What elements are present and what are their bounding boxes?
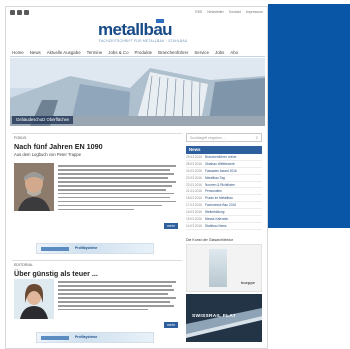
news-title[interactable]: Stahlbau News <box>205 224 226 228</box>
news-item[interactable]: 23.03.2016 Metallbau Tag <box>186 175 262 182</box>
news-title[interactable]: Praxis im Metallbau <box>205 196 233 200</box>
ad-banner[interactable]: Profilsysteme <box>36 332 154 343</box>
news-date: 23.03.2016 <box>186 175 202 180</box>
news-date: 18.03.2016 <box>186 196 202 201</box>
news-title[interactable]: Metallbau Tag <box>205 176 225 180</box>
banner-label: Profilsysteme <box>75 246 98 250</box>
news-date: 28.03.2016 <box>186 161 202 166</box>
nav-products[interactable]: Produkte <box>135 50 153 55</box>
main-nav: Home News Aktuelle Ausgabe Termine Jobs … <box>10 48 265 57</box>
editor-portrait-illustration <box>14 279 54 319</box>
news-item[interactable]: 29.03.2016 Branchenführer online <box>186 154 262 161</box>
hero-caption: Gebäudeschutz Oberflächen <box>12 116 74 124</box>
article-teaser: FOKUS Nach fünf Jahren EN 1090 Aus dem L… <box>12 133 182 231</box>
news-item[interactable]: 21.03.2016 Personalien <box>186 188 262 196</box>
xing-icon[interactable] <box>24 10 29 15</box>
article-title[interactable]: Nach fünf Jahren EN 1090 <box>12 142 182 151</box>
article-body <box>14 163 178 211</box>
nav-directory[interactable]: Branchenführer <box>158 50 188 55</box>
nav-service[interactable]: Service <box>194 50 209 55</box>
news-item[interactable]: 14.03.2016 Stahlbau News <box>186 223 262 230</box>
news-title[interactable]: Glasbau Wettbewerb <box>205 162 235 166</box>
hero-image[interactable]: Gebäudeschutz Oberflächen <box>10 58 265 126</box>
article-subtitle: Aus dem Logbuch von Peter Trappe <box>14 152 82 157</box>
news-title[interactable]: Personalien <box>205 189 222 193</box>
editorial-title[interactable]: Über günstig als teuer ... <box>12 269 182 278</box>
nav-home[interactable]: Home <box>12 50 24 55</box>
nav-current-issue[interactable]: Aktuelle Ausgabe <box>47 50 81 55</box>
editorial-more-button[interactable]: mehr <box>164 322 178 328</box>
editorial-text-lines <box>58 279 178 319</box>
news-date: 29.03.2016 <box>186 154 202 159</box>
top-links: RSS Newsletter Kontakt Impressum <box>195 10 263 14</box>
search-icon[interactable]: ⚲ <box>256 136 258 140</box>
news-date: 16.03.2016 <box>186 210 202 215</box>
news-date: 24.03.2016 <box>186 168 202 173</box>
site-logo[interactable]: metallbau FACHZEITSCHRIFT FÜR METALLBAU … <box>98 19 208 46</box>
glass-pane-graphic <box>209 249 227 288</box>
news-list: 29.03.2016 Branchenführer online 28.03.20… <box>186 154 262 230</box>
twitter-icon[interactable] <box>17 10 22 15</box>
news-item[interactable]: 18.03.2016 Praxis im Metallbau <box>186 195 262 203</box>
ad-brand: hueppe <box>240 280 255 286</box>
news-item[interactable]: 15.03.2016 Messe-Kalender <box>186 216 262 223</box>
rail-ad-label: SWISSRAIL FLAT <box>192 314 236 320</box>
screenshot-root: RSS Newsletter Kontakt Impressum metallb… <box>0 0 350 349</box>
news-item[interactable]: 17.03.2016 Fachmesse Bau 2016 <box>186 202 262 210</box>
article-text-lines <box>58 163 178 211</box>
nav-jobs[interactable]: Jobs <box>215 50 224 55</box>
portrait-illustration <box>14 163 54 211</box>
news-item[interactable]: 24.03.2016 Fassaden Award 2016 <box>186 168 262 175</box>
news-item[interactable]: 22.03.2016 Normen & Richtlinien <box>186 182 262 189</box>
top-bar: RSS Newsletter Kontakt Impressum <box>6 7 267 19</box>
sidebar-ad-glass[interactable]: hueppe <box>186 244 262 293</box>
banner-label: Profilsysteme <box>75 335 98 339</box>
editorial-section-label: EDITORIAL <box>14 263 33 267</box>
nav-events[interactable]: Termine <box>87 50 103 55</box>
top-link-imprint[interactable]: Impressum <box>246 10 263 14</box>
news-title[interactable]: Fachmesse Bau 2016 <box>205 203 236 207</box>
news-title[interactable]: Messe-Kalender <box>205 217 228 221</box>
editorial-teaser: EDITORIAL Über günstig als teuer ... meh… <box>12 260 182 330</box>
ad-banner[interactable]: Profilsysteme <box>36 243 154 254</box>
nav-news[interactable]: News <box>30 50 41 55</box>
search-placeholder: Suchbegriff eingeben ... <box>190 135 226 140</box>
editorial-body <box>14 279 178 319</box>
news-title[interactable]: Normen & Richtlinien <box>205 183 235 187</box>
author-portrait[interactable] <box>14 163 54 211</box>
news-item[interactable]: 16.03.2016 Weiterbildung <box>186 209 262 217</box>
news-date: 17.03.2016 <box>186 203 202 208</box>
blue-background-panel <box>268 4 350 228</box>
nav-jobs-co[interactable]: Jobs & Co <box>108 50 128 55</box>
top-link-newsletter[interactable]: Newsletter <box>207 10 224 14</box>
sidebar-ad-title: Die Kunst der Glasarchitektur <box>186 237 233 242</box>
article-section-label: FOKUS <box>14 136 27 140</box>
news-title[interactable]: Fassaden Award 2016 <box>205 169 237 173</box>
banner-graphic <box>41 336 69 340</box>
news-title[interactable]: Branchenführer online <box>205 155 236 159</box>
news-date: 15.03.2016 <box>186 216 202 221</box>
news-item[interactable]: 28.03.2016 Glasbau Wettbewerb <box>186 161 262 168</box>
article-more-button[interactable]: mehr <box>164 223 178 229</box>
news-date: 21.03.2016 <box>186 189 202 194</box>
right-sidebar: Suchbegriff eingeben ... ⚲ News 29.03.20… <box>186 133 264 343</box>
website-page: RSS Newsletter Kontakt Impressum metallb… <box>5 6 268 349</box>
news-heading: News <box>186 146 262 154</box>
logo-tagline: FACHZEITSCHRIFT FÜR METALLBAU · STAHLBAU <box>99 39 188 43</box>
nav-subscription[interactable]: Abo <box>230 50 238 55</box>
editor-portrait[interactable] <box>14 279 54 319</box>
top-link-contact[interactable]: Kontakt <box>229 10 241 14</box>
sidebar-ad-rail[interactable]: SWISSRAIL FLAT <box>186 294 262 343</box>
news-title[interactable]: Weiterbildung <box>205 210 224 214</box>
news-date: 14.03.2016 <box>186 223 202 228</box>
social-links <box>10 10 29 15</box>
logo-wordmark: metallbau <box>98 20 173 39</box>
banner-graphic <box>41 247 69 251</box>
search-input[interactable]: Suchbegriff eingeben ... ⚲ <box>186 133 262 142</box>
top-link-rss[interactable]: RSS <box>195 10 202 14</box>
news-date: 22.03.2016 <box>186 182 202 187</box>
facebook-icon[interactable] <box>10 10 15 15</box>
